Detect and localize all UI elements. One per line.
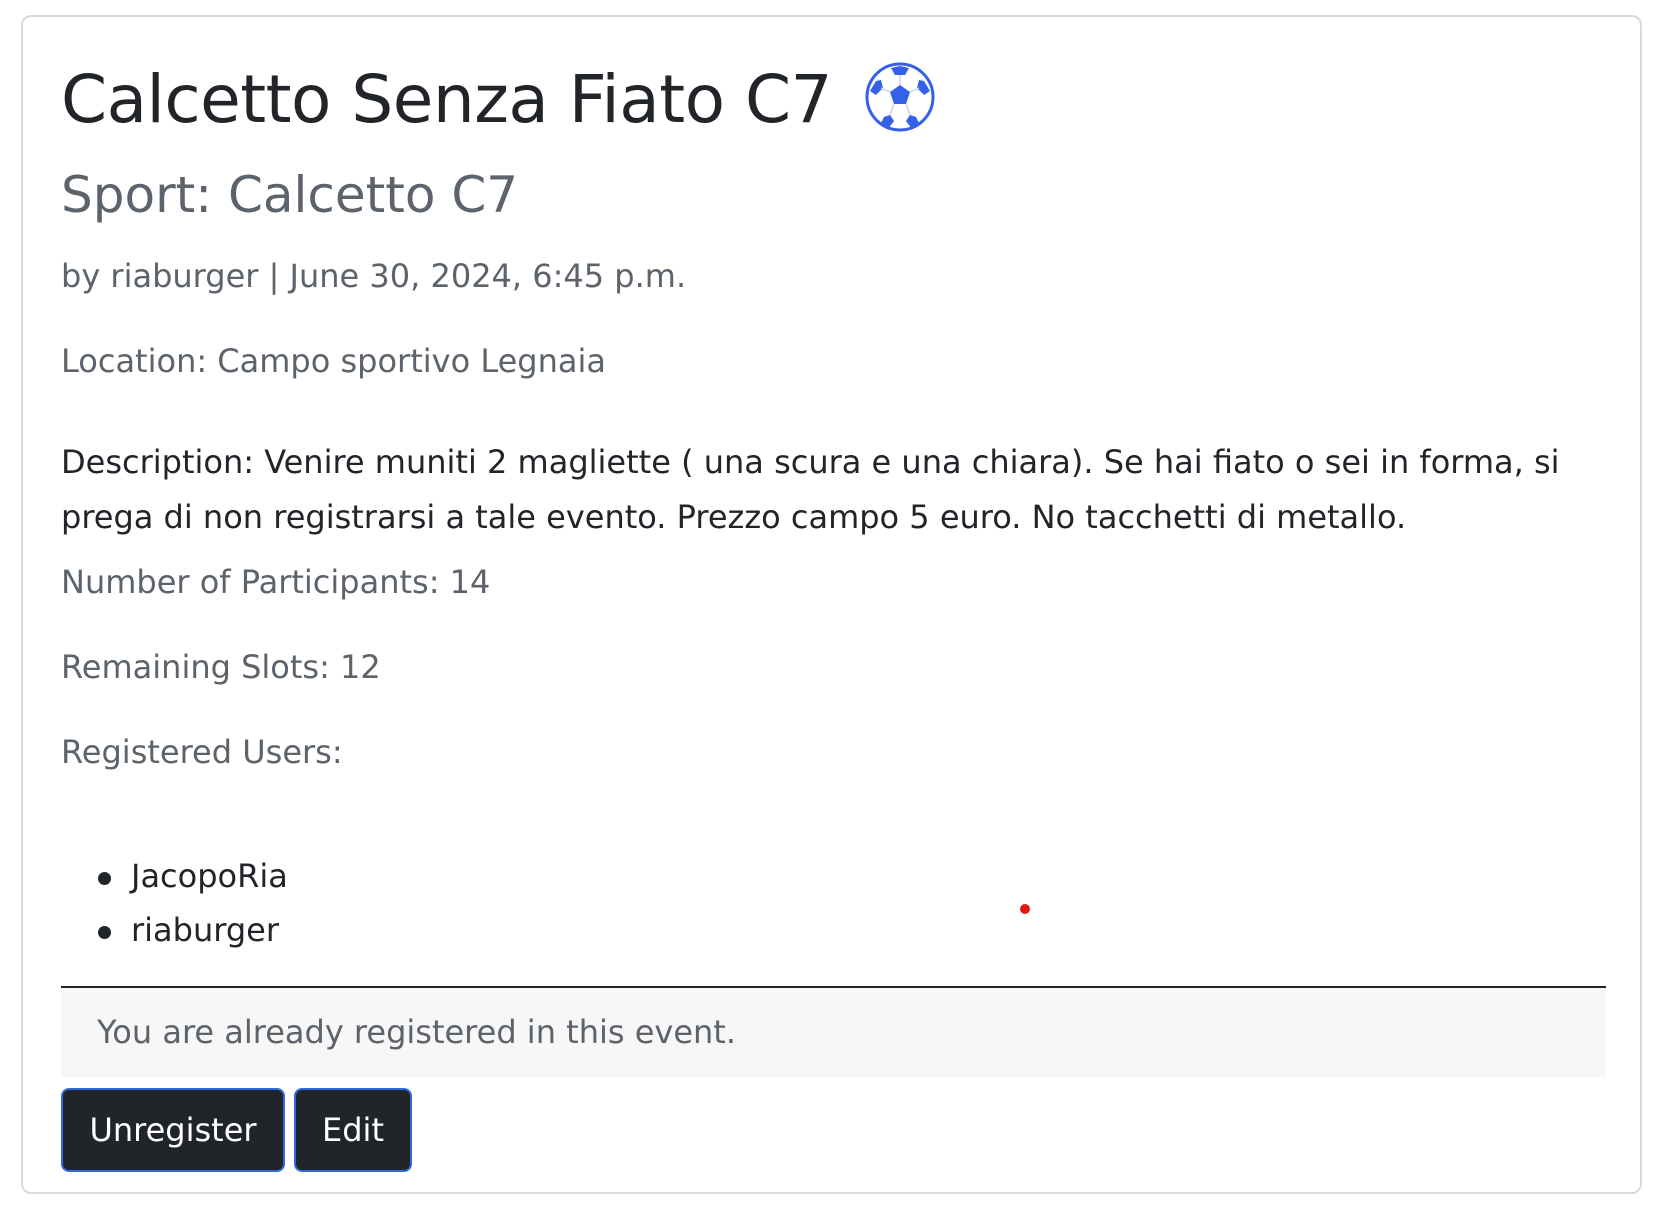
event-sport: Sport: Calcetto C7 (61, 166, 519, 224)
soccer-ball-icon (864, 61, 936, 133)
event-card: Calcetto Senza Fiato C7 Sport: Calcetto … (21, 15, 1642, 1194)
registered-users-list: JacopoRia riaburger (61, 849, 288, 957)
edit-button[interactable]: Edit (294, 1088, 412, 1172)
pointer-marker (1020, 904, 1030, 914)
registration-status-notice: You are already registered in this event… (61, 988, 1606, 1077)
title-row: Calcetto Senza Fiato C7 (61, 61, 936, 138)
list-item: riaburger (61, 903, 288, 957)
event-author-date: by riaburger | June 30, 2024, 6:45 p.m. (61, 257, 687, 295)
unregister-button[interactable]: Unregister (61, 1088, 285, 1172)
event-location: Location: Campo sportivo Legnaia (61, 342, 606, 380)
registered-users-label: Registered Users: (61, 733, 343, 771)
event-description: Description: Venire muniti 2 magliette (… (61, 443, 1560, 536)
list-item: JacopoRia (61, 849, 288, 903)
event-remaining-slots: Remaining Slots: 12 (61, 648, 381, 686)
event-title: Calcetto Senza Fiato C7 (61, 61, 833, 138)
event-participants: Number of Participants: 14 (61, 563, 491, 601)
